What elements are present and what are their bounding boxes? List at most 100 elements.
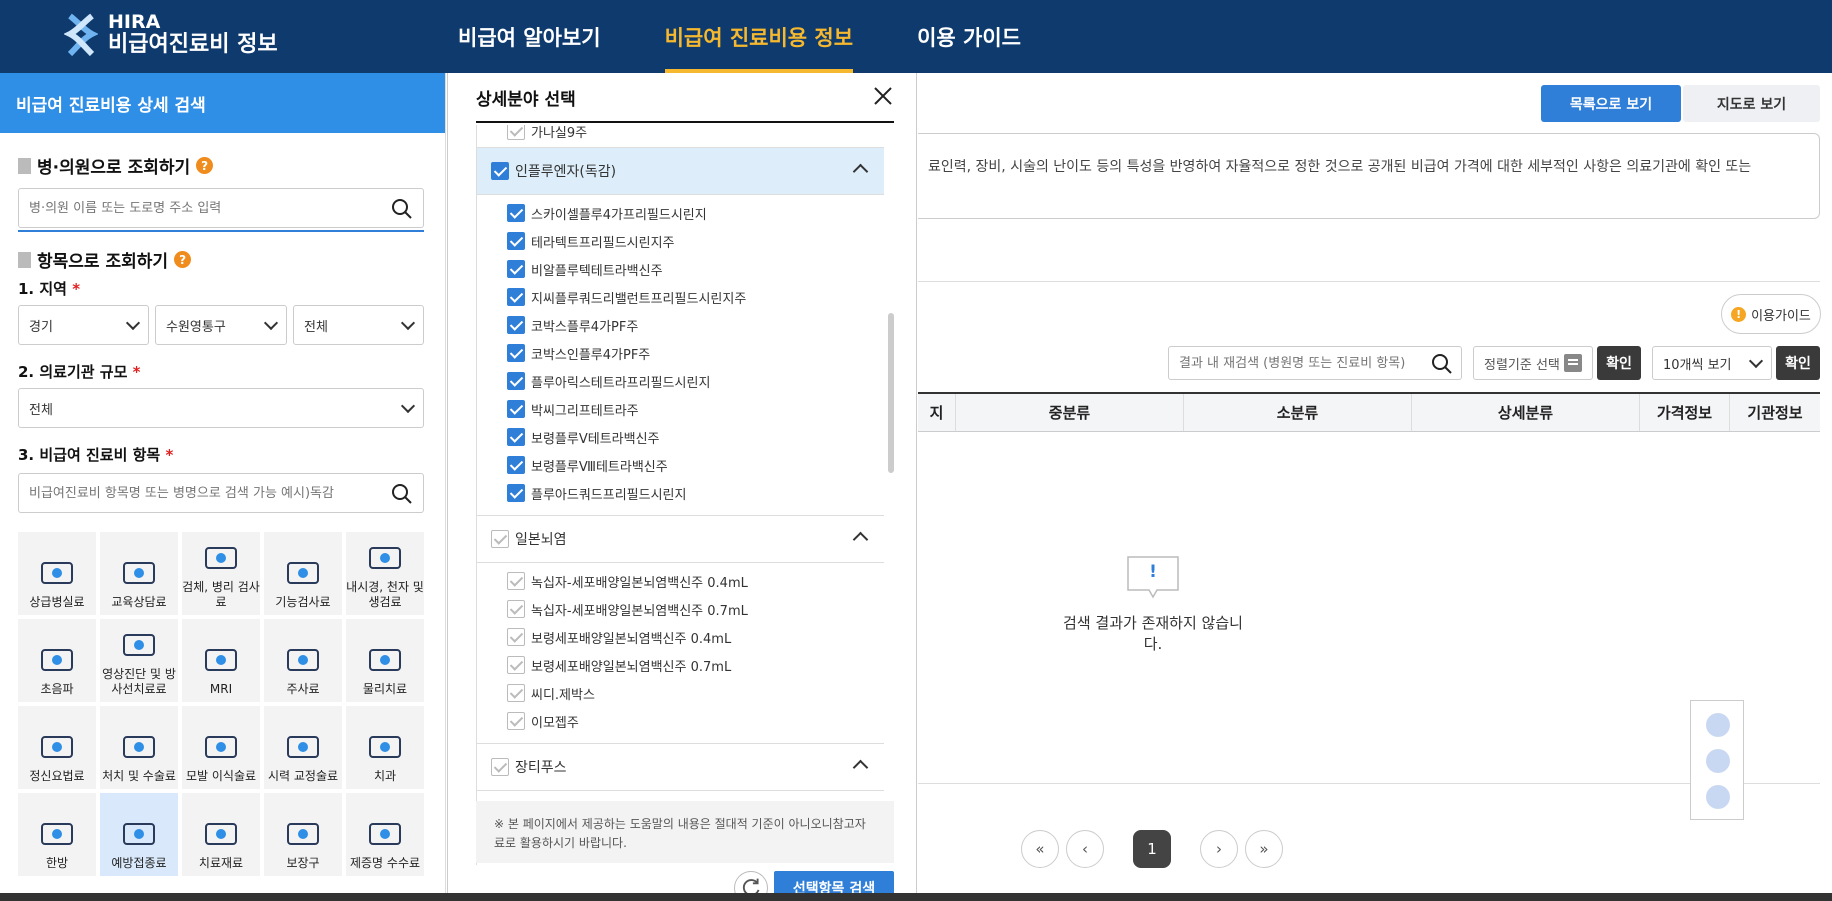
category-vaccination[interactable]: 예방접종료 xyxy=(100,793,178,876)
list-item[interactable]: 보령플루Ⅷ테트라백신주 xyxy=(477,451,884,479)
checkbox[interactable] xyxy=(507,684,525,702)
checkbox[interactable] xyxy=(507,260,525,278)
checkbox[interactable] xyxy=(507,600,525,618)
checkbox[interactable] xyxy=(507,232,525,250)
checkbox[interactable] xyxy=(491,162,509,180)
list-item[interactable]: 보령플루Ⅴ테트라백신주 xyxy=(477,423,884,451)
category-specimen-test[interactable]: 검체, 병리 검사료 xyxy=(182,532,260,615)
item-search-input[interactable] xyxy=(29,485,369,501)
checkbox[interactable] xyxy=(507,572,525,590)
per-page-select[interactable]: 10개씩 보기 xyxy=(1652,346,1772,380)
certificate-icon xyxy=(369,822,401,845)
checkbox[interactable] xyxy=(507,456,525,474)
group-header[interactable]: 장티푸스 xyxy=(477,744,884,790)
checkbox[interactable] xyxy=(507,344,525,362)
sort-select[interactable]: 정렬기준 선택 xyxy=(1473,346,1593,380)
list-item[interactable]: 가나실9주 xyxy=(477,125,884,147)
checkbox[interactable] xyxy=(491,758,509,776)
hira-logo[interactable]: HIRA 비급여진료비 정보 xyxy=(64,10,278,60)
nav-item-cost-info[interactable]: 비급여 진료비용 정보 xyxy=(664,0,853,73)
checkbox[interactable] xyxy=(507,628,525,646)
list-item[interactable]: 이모젭주 xyxy=(477,707,884,735)
list-item[interactable]: 플루아릭스테트라프리필드시린지 xyxy=(477,367,884,395)
last-page-button[interactable]: » xyxy=(1245,830,1283,868)
list-item[interactable]: 스카이셀플루4가프리필드시린지 xyxy=(477,199,884,227)
page-1-button[interactable]: 1 xyxy=(1133,830,1171,868)
list-item[interactable]: 박씨그리프테트라주 xyxy=(477,395,884,423)
category-material[interactable]: 치료재료 xyxy=(182,793,260,876)
nav-item-about[interactable]: 비급여 알아보기 xyxy=(458,0,601,73)
close-icon[interactable] xyxy=(872,85,894,107)
field-group: 장티푸스 xyxy=(477,744,884,791)
category-consultation[interactable]: 교육상담료 xyxy=(100,532,178,615)
help-icon[interactable]: ? xyxy=(174,251,192,268)
search-icon[interactable] xyxy=(1431,353,1453,375)
checkbox[interactable] xyxy=(507,712,525,730)
category-syringe[interactable]: 주사료 xyxy=(264,619,342,702)
list-item[interactable]: 녹십자-세포배양일본뇌염백신주 0.7mL xyxy=(477,595,884,623)
category-hospital-bed[interactable]: 상급병실료 xyxy=(18,532,96,615)
group-header[interactable]: 일본뇌염 xyxy=(477,516,884,562)
list-item[interactable]: 비알플루텍테트라백신주 xyxy=(477,255,884,283)
category-wheelchair[interactable]: 보장구 xyxy=(264,793,342,876)
list-view-button[interactable]: 목록으로 보기 xyxy=(1541,85,1681,122)
result-search-input[interactable] xyxy=(1179,355,1419,371)
category-acupuncture[interactable]: 한방 xyxy=(18,793,96,876)
category-tooth[interactable]: 치과 xyxy=(346,706,424,789)
category-physical-therapy[interactable]: 물리치료 xyxy=(346,619,424,702)
list-item[interactable]: 녹십자-세포배양일본뇌염백신주 0.4mL xyxy=(477,567,884,595)
list-item[interactable]: 보령세포배양일본뇌염백신주 0.4mL xyxy=(477,623,884,651)
search-icon[interactable] xyxy=(391,483,413,505)
scale-select[interactable]: 전체 xyxy=(18,388,424,428)
category-function-test[interactable]: 기능검사료 xyxy=(264,532,342,615)
avatar[interactable] xyxy=(1706,785,1730,809)
scrollbar-thumb[interactable] xyxy=(888,313,894,473)
category-mri[interactable]: MRI xyxy=(182,619,260,702)
chevron-up-icon[interactable] xyxy=(852,531,869,548)
checkbox[interactable] xyxy=(507,656,525,674)
region-district-select[interactable]: 수원영통구 xyxy=(155,305,287,345)
region-province-select[interactable]: 경기 xyxy=(18,305,149,345)
list-item[interactable]: 지씨플루쿼드리밸런트프리필드시린지주 xyxy=(477,283,884,311)
help-icon[interactable]: ? xyxy=(196,157,214,174)
list-item[interactable]: 코박스플루4가PF주 xyxy=(477,311,884,339)
category-surgery[interactable]: 처치 및 수술료 xyxy=(100,706,178,789)
hospital-search-input[interactable] xyxy=(29,200,369,216)
per-page-confirm-button[interactable]: 확인 xyxy=(1776,346,1820,380)
checkbox[interactable] xyxy=(491,530,509,548)
group-header[interactable]: 인플루엔자(독감) xyxy=(477,148,884,194)
checkbox[interactable] xyxy=(507,288,525,306)
category-endoscope[interactable]: 내시경, 천자 및 생검료 xyxy=(346,532,424,615)
list-item[interactable]: 테라텍트프리필드시린지주 xyxy=(477,227,884,255)
search-icon[interactable] xyxy=(391,198,413,220)
checkbox[interactable] xyxy=(507,125,525,140)
list-item[interactable]: 보령세포배양일본뇌염백신주 0.7mL xyxy=(477,651,884,679)
checkbox[interactable] xyxy=(507,204,525,222)
category-brain[interactable]: 정신요법료 xyxy=(18,706,96,789)
checkbox[interactable] xyxy=(507,484,525,502)
nav-item-guide[interactable]: 이용 가이드 xyxy=(917,0,1021,73)
chevron-up-icon[interactable] xyxy=(852,163,869,180)
prev-page-button[interactable]: ‹ xyxy=(1066,830,1104,868)
region-town-select[interactable]: 전체 xyxy=(293,305,424,345)
sort-confirm-button[interactable]: 확인 xyxy=(1597,346,1641,380)
category-eye[interactable]: 시력 교정술료 xyxy=(264,706,342,789)
list-item[interactable]: 씨디.제박스 xyxy=(477,679,884,707)
category-radiology[interactable]: 영상진단 및 방사선치료료 xyxy=(100,619,178,702)
avatar[interactable] xyxy=(1706,749,1730,773)
list-item[interactable]: 코박스인플루4가PF주 xyxy=(477,339,884,367)
usage-guide-button[interactable]: ! 이용가이드 xyxy=(1721,294,1821,334)
checkbox[interactable] xyxy=(507,400,525,418)
first-page-button[interactable]: « xyxy=(1021,830,1059,868)
next-page-button[interactable]: › xyxy=(1200,830,1238,868)
category-certificate[interactable]: 제증명 수수료 xyxy=(346,793,424,876)
avatar[interactable] xyxy=(1706,713,1730,737)
checkbox[interactable] xyxy=(507,316,525,334)
list-item[interactable]: 플루아드쿼드프리필드시린지 xyxy=(477,479,884,507)
checkbox[interactable] xyxy=(507,372,525,390)
category-hair-transplant[interactable]: 모발 이식술료 xyxy=(182,706,260,789)
chevron-up-icon[interactable] xyxy=(852,759,869,776)
map-view-button[interactable]: 지도로 보기 xyxy=(1683,85,1820,122)
checkbox[interactable] xyxy=(507,428,525,446)
category-ultrasound[interactable]: 초음파 xyxy=(18,619,96,702)
